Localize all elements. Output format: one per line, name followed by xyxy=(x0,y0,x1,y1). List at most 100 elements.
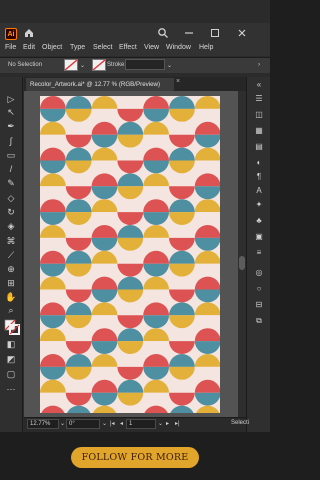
artboard-tool-icon[interactable]: ⊞ xyxy=(5,278,17,289)
minimize-icon[interactable] xyxy=(183,27,195,39)
menu-window[interactable]: Window xyxy=(166,44,191,51)
restore-icon[interactable] xyxy=(209,27,221,39)
align-icon[interactable]: ⊟ xyxy=(254,300,264,310)
menu-view[interactable]: View xyxy=(144,44,159,51)
rectangle-tool-icon[interactable]: ▭ xyxy=(5,150,17,161)
scale-tool-icon[interactable]: ◈ xyxy=(5,221,17,232)
follow-button[interactable]: FOLLOW FOR MORE xyxy=(71,447,199,468)
collapse-panels-icon[interactable]: « xyxy=(254,80,264,90)
pattern-half-circle xyxy=(117,366,144,380)
screen-mode-icon[interactable]: ▢ xyxy=(5,369,17,380)
fill-dropdown-icon[interactable]: ⌄ xyxy=(80,62,85,69)
paragraph-icon[interactable]: ¶ xyxy=(254,172,264,182)
more-options-icon[interactable]: › xyxy=(258,62,260,68)
pattern-half-circle xyxy=(144,405,168,413)
menu-effect[interactable]: Effect xyxy=(119,44,137,51)
pattern-half-circle xyxy=(194,186,220,200)
menu-edit[interactable]: Edit xyxy=(23,44,35,51)
graphic-styles-icon[interactable]: ▣ xyxy=(254,232,264,242)
paintbrush-tool-icon[interactable]: / xyxy=(5,164,17,175)
menu-type[interactable]: Type xyxy=(70,44,85,51)
last-artboard-icon[interactable]: ▸| xyxy=(175,420,180,427)
pattern-half-circle xyxy=(194,134,220,148)
pattern-half-circle xyxy=(143,302,169,316)
pattern-half-circle xyxy=(169,341,195,354)
pathfinder-icon[interactable]: ⧉ xyxy=(254,316,264,326)
selection-status: No Selection xyxy=(8,62,43,68)
eraser-tool-icon[interactable]: ◇ xyxy=(5,193,17,204)
pattern-half-circle xyxy=(91,379,118,393)
pattern-half-circle xyxy=(143,366,169,380)
eyedropper-tool-icon[interactable]: ⟋ xyxy=(5,250,17,261)
warp-tool-icon[interactable]: ⌘ xyxy=(5,236,17,247)
close-icon[interactable] xyxy=(236,27,248,39)
shape-builder-tool-icon[interactable]: ⊕ xyxy=(5,264,17,275)
pen-tool-icon[interactable]: ✒ xyxy=(5,121,17,132)
rotation-dropdown-icon[interactable]: ⌄ xyxy=(102,420,107,427)
vertical-scrollbar[interactable] xyxy=(238,91,246,417)
pattern-half-circle xyxy=(40,341,66,354)
menu-help[interactable]: Help xyxy=(199,44,213,51)
close-document-icon[interactable]: × xyxy=(176,78,180,85)
pattern-half-circle xyxy=(40,276,66,290)
stroke-weight-field[interactable] xyxy=(125,59,165,70)
layers-icon[interactable]: ◫ xyxy=(254,110,264,120)
pattern-half-circle xyxy=(117,289,144,303)
artboard-dropdown-icon[interactable]: ⌄ xyxy=(158,420,163,427)
pattern-half-circle xyxy=(169,237,195,251)
pattern-half-circle xyxy=(194,121,220,135)
rotation-field[interactable]: 0° xyxy=(66,419,100,429)
first-artboard-icon[interactable]: |◂ xyxy=(110,420,115,427)
curvature-tool-icon[interactable]: ∫ xyxy=(5,136,17,147)
appearance-icon[interactable]: ○ xyxy=(254,284,264,294)
stroke-dropdown-icon[interactable]: ⌄ xyxy=(167,62,172,69)
fill-stroke-swatches[interactable] xyxy=(4,319,20,335)
swatches-icon[interactable]: ▤ xyxy=(254,142,264,152)
properties-icon[interactable]: ☰ xyxy=(254,94,264,104)
previous-artboard-icon[interactable]: ◂ xyxy=(120,420,123,427)
pattern-half-circle xyxy=(40,147,66,161)
pattern-half-circle xyxy=(65,147,92,161)
zoom-dropdown-icon[interactable]: ⌄ xyxy=(60,420,65,427)
pattern-half-circle xyxy=(169,199,195,213)
stroke-panel-icon[interactable]: ≡ xyxy=(254,248,264,258)
pattern-half-circle xyxy=(40,289,66,303)
pattern-half-circle xyxy=(169,147,195,161)
artboard[interactable] xyxy=(40,96,220,413)
symbols-icon[interactable]: ♣ xyxy=(254,216,264,226)
pattern-half-circle xyxy=(91,108,118,122)
pattern-half-circle xyxy=(40,328,66,342)
libraries-icon[interactable]: ▦ xyxy=(254,126,264,136)
menu-file[interactable]: File xyxy=(5,44,16,51)
character-icon[interactable]: A xyxy=(254,186,264,196)
pattern-half-circle xyxy=(91,160,118,174)
pattern-half-circle xyxy=(65,341,92,354)
home-icon[interactable] xyxy=(23,27,35,39)
color-icon[interactable]: ◐ xyxy=(254,158,264,168)
menu-object[interactable]: Object xyxy=(42,44,62,51)
artboard-field[interactable]: 1 xyxy=(126,419,156,429)
zoom-field[interactable]: 12.77% xyxy=(27,419,59,429)
color-mode-icon[interactable]: ◧ xyxy=(5,339,17,350)
pencil-tool-icon[interactable]: ✎ xyxy=(5,178,17,189)
pattern-half-circle xyxy=(194,379,220,393)
menu-select[interactable]: Select xyxy=(93,44,112,51)
pattern-half-circle xyxy=(143,160,169,174)
selection-tool-icon[interactable]: ▷ xyxy=(5,94,17,105)
pattern-half-circle xyxy=(117,96,144,109)
rotate-tool-icon[interactable]: ↻ xyxy=(5,207,17,218)
transparency-icon[interactable]: ◎ xyxy=(254,268,264,278)
zoom-tool-icon[interactable]: ⌕ xyxy=(5,305,17,316)
edit-toolbar-icon[interactable]: ⋯ xyxy=(5,384,17,395)
next-artboard-icon[interactable]: ▸ xyxy=(166,420,169,427)
pattern-half-circle xyxy=(194,108,220,122)
scrollbar-thumb[interactable] xyxy=(239,256,245,270)
brushes-icon[interactable]: ✦ xyxy=(254,200,264,210)
pattern-half-circle xyxy=(194,212,220,225)
search-icon[interactable] xyxy=(157,27,169,39)
hand-tool-icon[interactable]: ✋ xyxy=(5,292,17,303)
draw-mode-icon[interactable]: ◩ xyxy=(5,354,17,365)
pattern-half-circle xyxy=(194,302,220,316)
document-tab[interactable]: Recolor_Artwork.ai* @ 12.77 % (RGB/Previ… xyxy=(26,78,174,91)
direct-selection-tool-icon[interactable]: ↖ xyxy=(5,107,17,118)
